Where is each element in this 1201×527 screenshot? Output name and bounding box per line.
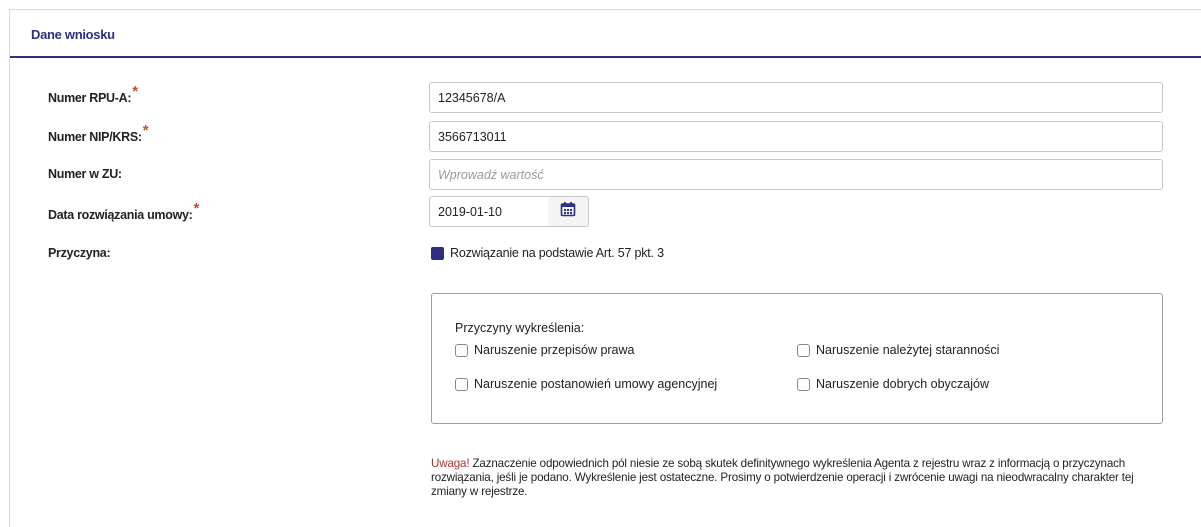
checkbox-label: Naruszenie należytej staranności [816,343,1000,357]
date-picker-button[interactable] [548,196,589,227]
warning-prefix: Uwaga! [431,457,470,470]
rpu-number-input[interactable] [429,82,1163,113]
checkbox[interactable] [455,377,468,391]
warning-text: Zaznaczenie odpowiednich pól niesie ze s… [431,457,1134,498]
checkbox[interactable] [797,377,810,391]
warning-notice: Uwaga! Zaznaczenie odpowiednich pól nies… [431,457,1151,499]
nip-krs-input[interactable] [429,121,1163,152]
required-marker: * [193,200,200,217]
checkbox[interactable] [797,343,810,357]
checkbox-label: Naruszenie przepisów prawa [474,343,635,357]
rpu-label: Numer RPU-A:* [48,83,138,105]
required-marker: * [142,122,149,139]
panel-title: Dane wniosku [31,27,115,42]
checkbox-label: Naruszenie dobrych obyczajów [816,377,990,391]
reason-checkbox[interactable] [431,246,444,260]
reason-option-label: Rozwiązanie na podstawie Art. 57 pkt. 3 [450,246,664,260]
nip-label: Numer NIP/KRS:* [48,122,149,144]
required-marker: * [132,83,138,100]
reason-label: Przyczyna: [48,246,111,260]
zu-label: Numer w ZU: [48,167,122,181]
deletion-reason-law-violation[interactable]: Naruszenie przepisów prawa [455,343,635,357]
deletion-reason-good-practice[interactable]: Naruszenie dobrych obyczajów [797,377,989,391]
zu-number-input[interactable] [429,159,1163,190]
termination-date-input[interactable] [429,196,549,227]
deletion-reason-due-diligence[interactable]: Naruszenie należytej staranności [797,343,999,357]
panel-header: Dane wniosku [10,10,1201,58]
deletion-reason-agency-contract[interactable]: Naruszenie postanowień umowy agencyjnej [455,377,717,391]
termination-date-label: Data rozwiązania umowy:* [48,200,200,222]
deletion-reasons-title: Przyczyny wykreślenia: [455,321,585,335]
checkbox-label: Naruszenie postanowień umowy agencyjnej [474,377,718,391]
deletion-reasons-box: Przyczyny wykreślenia: Naruszenie przepi… [431,293,1163,424]
reason-option[interactable]: Rozwiązanie na podstawie Art. 57 pkt. 3 [431,246,664,260]
checkbox[interactable] [455,343,468,357]
calendar-icon [560,201,576,222]
